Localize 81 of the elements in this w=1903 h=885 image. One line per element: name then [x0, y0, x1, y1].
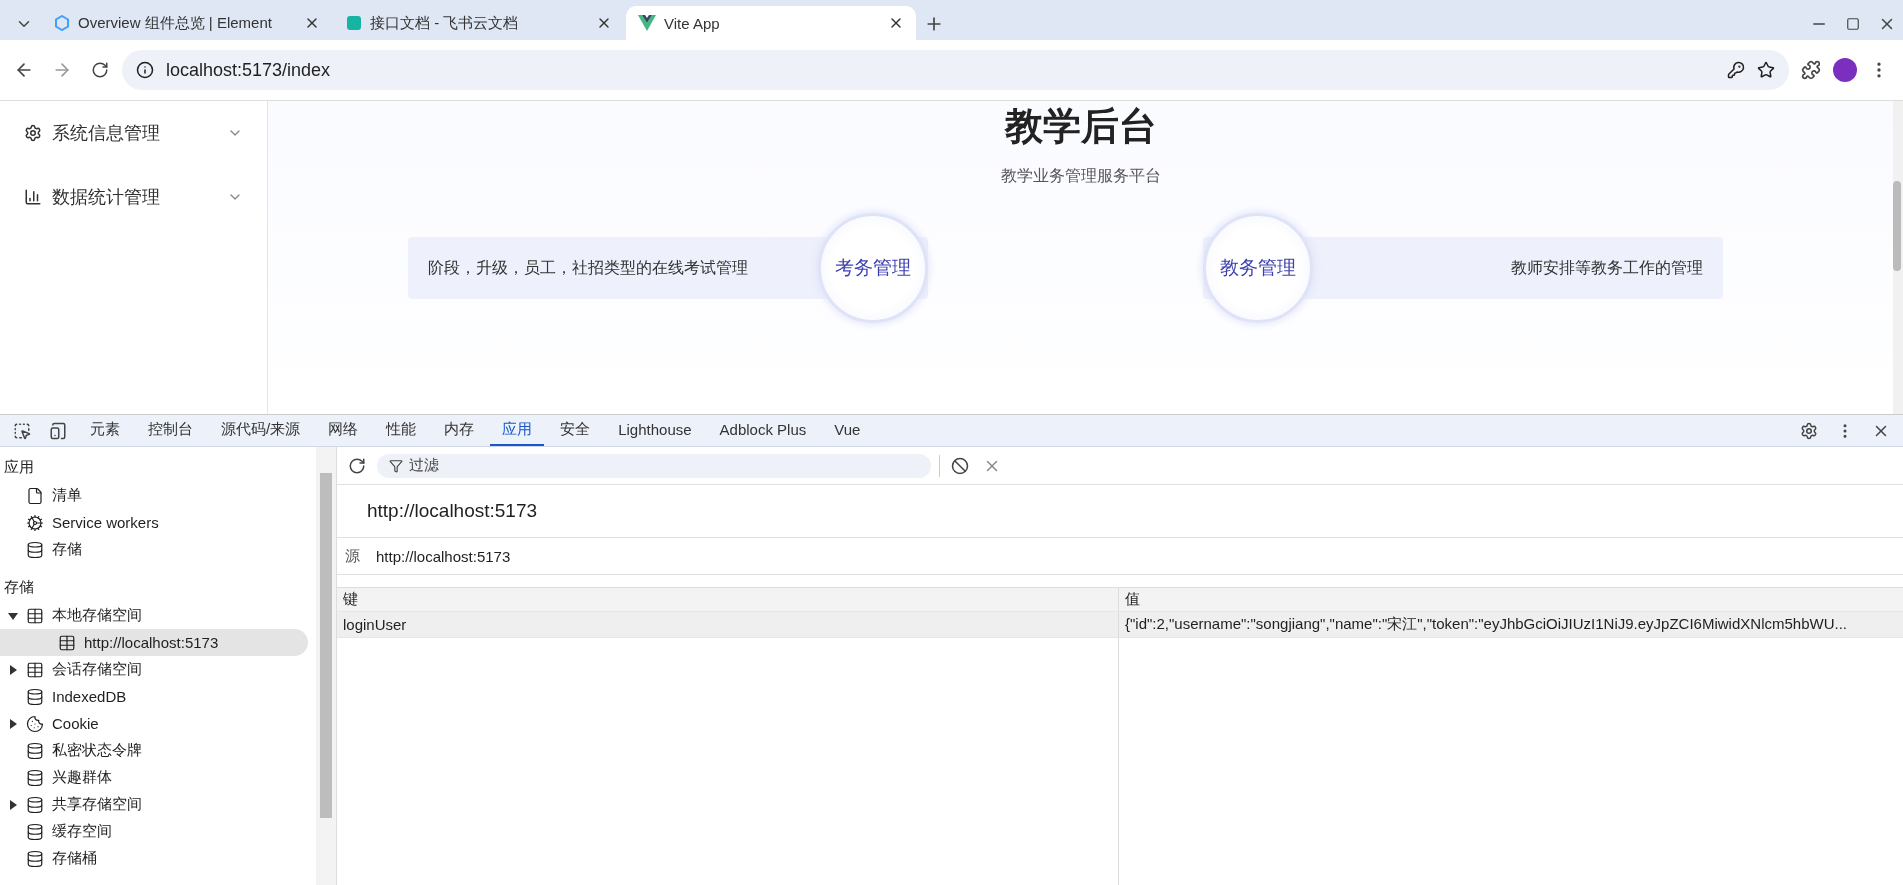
collapsed-triangle-icon[interactable] — [8, 664, 18, 675]
address-bar[interactable]: localhost:5173/index — [122, 50, 1789, 90]
module-title[interactable]: 考务管理 — [818, 213, 928, 323]
filter-field[interactable]: 过滤 — [377, 453, 931, 478]
table-icon — [26, 606, 44, 625]
browser-tab[interactable]: 接口文档 - 飞书云文档 — [334, 6, 624, 40]
page-subtitle: 教学业务管理服务平台 — [1000, 166, 1161, 186]
source-label: 源 — [345, 546, 360, 566]
database-icon — [26, 687, 44, 706]
section-heading: 应用 — [3, 457, 35, 477]
module-title[interactable]: 教务管理 — [1203, 213, 1313, 323]
info-icon[interactable] — [136, 61, 154, 79]
devtools-tab[interactable]: 源代码/来源 — [209, 415, 313, 446]
device-toolbar-icon[interactable] — [49, 421, 67, 440]
star-icon[interactable] — [1757, 61, 1775, 79]
collapsed-triangle-icon[interactable] — [8, 718, 18, 729]
page-title: 教学后台 — [1004, 104, 1157, 149]
database-icon — [26, 822, 44, 841]
devtools-tab[interactable]: 网络 — [316, 415, 371, 446]
column-header[interactable]: 键 — [337, 588, 1119, 612]
devtools-tab[interactable]: 性能 — [374, 415, 429, 446]
gear-icon — [24, 124, 42, 142]
table-cell[interactable]: {"id":2,"username":"songjiang","name":"宋江","token":"eyJhbGciOiJIUzI1NiJ9.eyJpZCI6MiwidXNlcm5hbWU... — [1119, 612, 1903, 638]
cookie-icon — [26, 714, 44, 733]
table-icon — [26, 660, 44, 679]
filter-icon — [389, 458, 403, 473]
tree-item[interactable]: Cookie — [0, 710, 308, 737]
tree-item[interactable]: 存储 — [0, 536, 308, 563]
devtools-tab[interactable]: Lighthouse — [606, 415, 704, 446]
tree-item[interactable]: IndexedDB — [0, 683, 308, 710]
tree-item[interactable]: 兴趣群体 — [0, 764, 308, 791]
hexagon-icon — [54, 15, 70, 31]
tree-item[interactable]: Service workers — [0, 509, 308, 536]
key-icon[interactable] — [1727, 61, 1745, 79]
tree-item[interactable]: http://localhost:5173 — [0, 629, 308, 656]
bar-chart-icon — [24, 188, 42, 206]
menu-item[interactable]: 数据统计管理 — [0, 165, 267, 229]
devtools-tab[interactable]: Adblock Plus — [707, 415, 819, 446]
database-icon — [26, 849, 44, 868]
tree-item[interactable]: 清单 — [0, 482, 308, 509]
devtools-tab[interactable]: Vue — [822, 415, 873, 446]
browser-tab[interactable]: Overview 组件总览 | Element — [42, 6, 332, 40]
module-description: 阶段，升级，员工，社招类型的在线考试管理 — [427, 257, 749, 278]
tree-item[interactable]: 共享存储空间 — [0, 791, 308, 818]
tree-item[interactable]: 会话存储空间 — [0, 656, 308, 683]
tree-item[interactable]: 私密状态令牌 — [0, 737, 308, 764]
database-icon — [26, 540, 44, 559]
table-cell[interactable]: loginUser — [337, 612, 1119, 638]
reload-icon[interactable] — [91, 61, 109, 79]
origin-title: http://localhost:5173 — [337, 485, 1903, 538]
inspect-icon[interactable] — [13, 421, 31, 440]
restore-icon[interactable] — [1846, 17, 1860, 31]
devtools-tab[interactable]: 元素 — [78, 415, 132, 446]
file-icon — [26, 486, 44, 505]
devtools-tab[interactable]: 安全 — [548, 415, 603, 446]
section-heading: 存储 — [3, 577, 35, 597]
square-icon — [346, 15, 362, 31]
collapsed-triangle-icon[interactable] — [8, 799, 18, 810]
menu-item[interactable]: 系统信息管理 — [0, 101, 267, 165]
database-icon — [26, 795, 44, 814]
devtools-tab[interactable]: 应用 — [490, 415, 545, 446]
refresh-icon[interactable] — [348, 456, 366, 475]
expanded-triangle-icon[interactable] — [8, 610, 18, 621]
source-value: http://localhost:5173 — [376, 547, 511, 565]
devtools-tab[interactable]: 控制台 — [136, 415, 205, 446]
extensions-icon[interactable] — [1801, 60, 1821, 80]
browser-tab[interactable]: Vite App — [626, 6, 916, 40]
clear-all-icon[interactable] — [951, 456, 969, 475]
table-icon — [58, 633, 76, 652]
tree-item[interactable]: 缓存空间 — [0, 818, 308, 845]
gears-icon — [26, 513, 44, 532]
module-description: 教师安排等教务工作的管理 — [1510, 257, 1704, 278]
devtools-tab[interactable]: 内存 — [432, 415, 487, 446]
v-logo-icon — [638, 15, 656, 31]
database-icon — [26, 768, 44, 787]
column-header[interactable]: 值 — [1119, 588, 1903, 612]
database-icon — [26, 741, 44, 760]
profile-avatar[interactable] — [1833, 58, 1857, 82]
tree-item[interactable]: 存储桶 — [0, 845, 308, 872]
settings-icon[interactable] — [1800, 421, 1818, 440]
tree-item[interactable]: 本地存储空间 — [0, 602, 308, 629]
